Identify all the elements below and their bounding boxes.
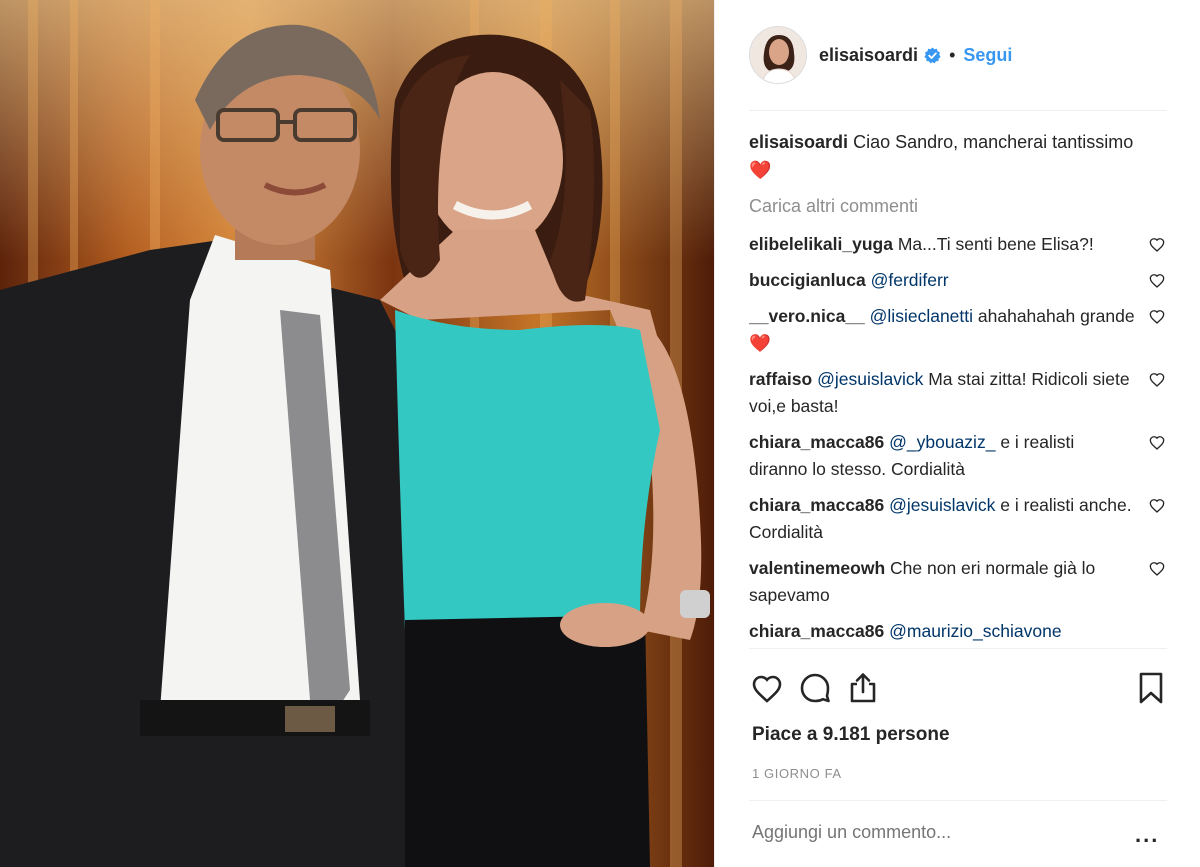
comment-item: elibelelikali_yuga Ma...Ti senti bene El… [749,231,1167,258]
caption-username[interactable]: elisaisoardi [749,132,848,152]
comment-mention[interactable]: @jesuislavick [889,495,995,515]
comment-like-heart-icon[interactable] [1149,561,1165,577]
comment-username[interactable]: buccigianluca [749,270,866,290]
avatar[interactable] [749,26,807,84]
follow-button[interactable]: Segui [963,45,1012,66]
avatar-image [750,27,806,83]
verified-badge-icon [924,47,941,63]
comment-item: valentinemeowh Che non eri normale già l… [749,555,1167,609]
post-caption: elisaisoardi Ciao Sandro, mancherai tant… [749,128,1149,184]
comment-text: Ma...Ti senti bene Elisa?! [897,234,1094,254]
post-timestamp[interactable]: 1 GIORNO FA [752,766,842,781]
more-options-button[interactable]: ... [1135,822,1159,848]
red-heart-emoji: ❤️ [749,333,771,353]
load-more-comments-button[interactable]: Carica altri commenti [749,196,1179,222]
comment-like-heart-icon[interactable] [1149,498,1165,514]
comment-item: chiara_macca86 @maurizio_schiavone [749,618,1167,645]
post-header: elisaisoardi • Segui [749,24,1167,86]
comment-like-heart-icon[interactable] [1149,372,1165,388]
comment-item: chiara_macca86 @jesuislavick e i realist… [749,492,1167,546]
comment-like-heart-icon[interactable] [1149,237,1165,253]
post-photo[interactable] [0,0,714,867]
comment-item: __vero.nica__ @lisieclanetti ahahahahah … [749,303,1167,357]
comment-mention[interactable]: @jesuislavick [817,369,923,389]
heart-outline-icon[interactable] [749,670,785,706]
separator-dot: • [949,44,956,65]
comment-mention[interactable]: @lisieclanetti [870,306,973,326]
post-side-panel: elisaisoardi • Segui elisaisoardi Ciao S… [714,0,1200,867]
comment-item: raffaiso @jesuislavick Ma stai zitta! Ri… [749,366,1167,420]
likes-count[interactable]: Piace a 9.181 persone [752,724,950,746]
comment-username[interactable]: valentinemeowh [749,558,885,578]
bookmark-icon[interactable] [1133,670,1169,706]
comment-text: ahahahahah grande [977,306,1135,326]
comment-username[interactable]: raffaiso [749,369,812,389]
comment-bubble-icon[interactable] [797,670,833,706]
caption-text: Ciao Sandro, mancherai tantissimo [853,132,1134,152]
comment-username[interactable]: elibelelikali_yuga [749,234,893,254]
post-photo-illustration [0,0,714,867]
comment-like-heart-icon[interactable] [1149,435,1165,451]
comment-like-heart-icon[interactable] [1149,273,1165,289]
add-comment-input[interactable] [752,822,1112,843]
comment-mention[interactable]: @ferdiferr [871,270,949,290]
comment-username[interactable]: chiara_macca86 [749,621,884,641]
actions-divider [749,648,1167,649]
comments-list[interactable]: elisaisoardi Ciao Sandro, mancherai tant… [749,128,1179,648]
share-upload-icon[interactable] [845,670,881,706]
comment-username[interactable]: chiara_macca86 [749,432,884,452]
comment-like-heart-icon[interactable] [1149,309,1165,325]
post-actions-bar [749,666,1167,710]
comment-mention[interactable]: @_ybouaziz_ [889,432,995,452]
comment-item: chiara_macca86 @_ybouaziz_ e i realisti … [749,429,1167,483]
comment-username[interactable]: chiara_macca86 [749,495,884,515]
comment-mention[interactable]: @maurizio_schiavone [889,621,1061,641]
account-username[interactable]: elisaisoardi [819,45,918,66]
comment-username[interactable]: __vero.nica__ [749,306,865,326]
comment-item: buccigianluca @ferdiferr [749,267,1167,294]
red-heart-emoji: ❤️ [749,160,772,180]
header-divider [749,110,1167,111]
comment-box-divider [749,800,1167,801]
